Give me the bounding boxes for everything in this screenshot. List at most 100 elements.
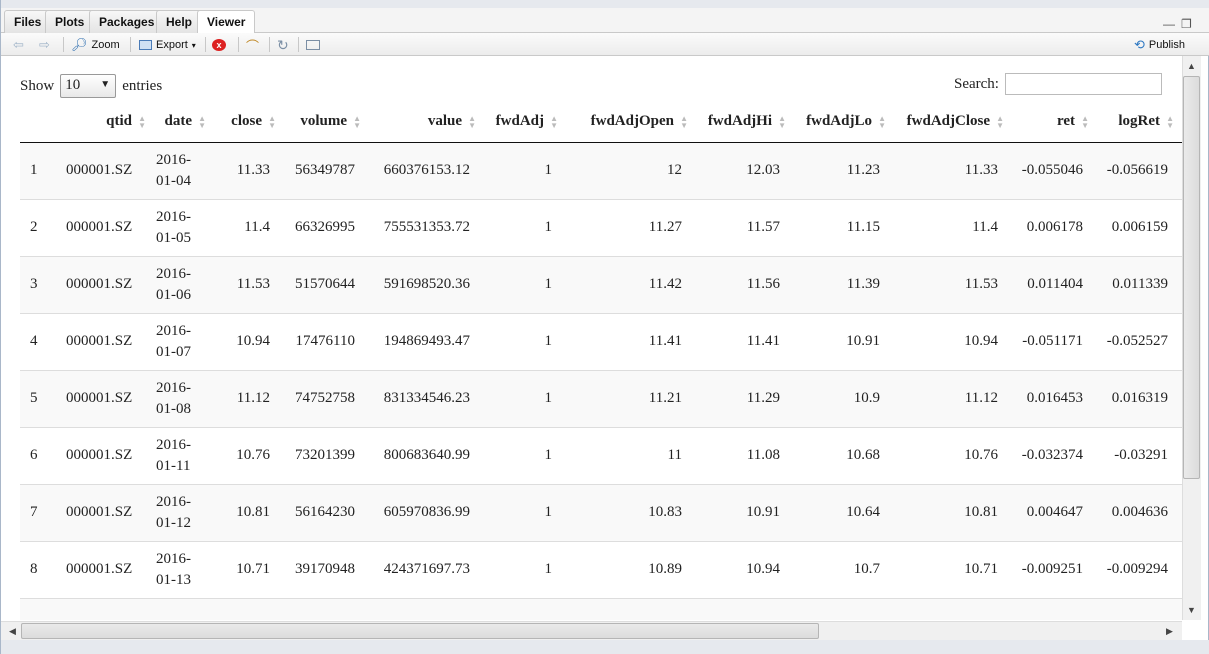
column-header-value[interactable]: value ▲ ▼ (363, 102, 478, 143)
search-input[interactable] (1004, 73, 1162, 95)
table-cell: 10.83 (560, 483, 690, 541)
back-arrow-icon[interactable]: ⇦ (13, 37, 24, 53)
table-cell: 1 (478, 540, 560, 598)
entries-select-value: 10 (65, 77, 81, 93)
column-header-fwdadj[interactable]: fwdAdj ▲ ▼ (478, 102, 560, 143)
table-cell-date: 2016- 01-04 (148, 141, 208, 199)
column-header-fwdadjhi[interactable]: fwdAdjHi ▲ ▼ (690, 102, 788, 143)
sort-icon: ▲ ▼ (878, 114, 886, 130)
viewer-content: Show 10 ▼ entries Search: qtid ▲ ▼ date ▲ ▼ cl… (1, 56, 1182, 620)
search-control: Search: (954, 73, 1162, 95)
horizontal-scroll-thumb[interactable] (21, 623, 819, 639)
table-cell: 1 (20, 141, 58, 199)
table-cell-date: 2016- 01-11 (148, 426, 208, 484)
scroll-up-icon[interactable]: ▲ (1187, 61, 1196, 71)
chevron-down-icon: ▼ (100, 79, 111, 90)
clear-all-button[interactable]: ⌒ (246, 37, 259, 54)
zoom-button[interactable]: 🔎︎ Zoom (71, 37, 120, 53)
table-cell-date: 2016- 01-05 (148, 198, 208, 256)
table-cell: 10.91 (690, 483, 788, 541)
table-cell: -0.03291 (1091, 426, 1176, 484)
table-cell: 000001.SZ (58, 312, 148, 370)
entries-control: Show 10 ▼ entries (20, 74, 162, 98)
column-header-qtid[interactable]: qtid ▲ ▼ (58, 102, 148, 143)
table-row[interactable]: 5 000001.SZ 2016- 01-08 11.12 74752758 8313345… (20, 369, 1182, 427)
column-header-fwdadjclose[interactable]: fwdAdjClose ▲ ▼ (888, 102, 1006, 143)
table-cell: 11.4 (208, 198, 278, 256)
table-row[interactable]: 3 000001.SZ 2016- 01-06 11.53 51570644 5916985… (20, 255, 1182, 313)
vertical-scroll-thumb[interactable] (1183, 76, 1200, 479)
table-row[interactable]: 7 000001.SZ 2016- 01-12 10.81 56164230 6059708… (20, 483, 1182, 541)
sort-icon: ▲ ▼ (468, 114, 476, 130)
table-cell: 10.7 (788, 540, 888, 598)
table-cell: 10.91 (788, 312, 888, 370)
table-cell: 0.004636 (1091, 483, 1176, 541)
entries-select[interactable]: 10 ▼ (60, 74, 117, 98)
search-label: Search: (954, 75, 999, 92)
table-cell: -0.009294 (1091, 540, 1176, 598)
table-cell (208, 597, 278, 620)
export-label: Export (156, 39, 188, 51)
table-cell: -0.052527 (1091, 312, 1176, 370)
table-cell: 9 (20, 597, 58, 620)
tab-plots[interactable]: Plots (45, 10, 95, 33)
table-cell: 17476110 (278, 312, 363, 370)
column-header-ret[interactable]: ret ▲ ▼ (1006, 102, 1091, 143)
entries-label: entries (122, 77, 163, 94)
table-cell: -0.009251 (1006, 540, 1091, 598)
table-row[interactable]: 2 000001.SZ 2016- 01-05 11.4 66326995 75553135… (20, 198, 1182, 256)
pane-bottom-border (1, 640, 1209, 654)
minimize-icon[interactable]: — (1163, 17, 1175, 31)
table-cell: 10.76 (208, 426, 278, 484)
remove-viewer-button[interactable]: x (212, 37, 226, 53)
table-cell (1006, 597, 1091, 620)
table-cell: 0.006159 (1091, 198, 1176, 256)
forward-arrow-icon[interactable]: ⇨ (39, 37, 50, 53)
table-row[interactable]: 4 000001.SZ 2016- 01-07 10.94 17476110 1948694… (20, 312, 1182, 370)
column-header-fwdadjopen[interactable]: fwdAdjOpen ▲ ▼ (560, 102, 690, 143)
table-cell: 0.011339 (1091, 255, 1176, 313)
column-header-logret[interactable]: logRet ▲ ▼ (1091, 102, 1176, 143)
publish-button[interactable]: ⟲ Publish (1134, 37, 1185, 53)
tab-help[interactable]: Help (156, 10, 203, 33)
column-header-label: fwdAdjOpen (590, 113, 674, 130)
date-day-part: 01-05 (156, 229, 191, 246)
table-cell (560, 597, 690, 620)
table-row[interactable]: 6 000001.SZ 2016- 01-11 10.76 73201399 8006836… (20, 426, 1182, 484)
column-header-label: qtid (106, 113, 132, 130)
table-cell: 000001.SZ (58, 540, 148, 598)
table-cell: 56349787 (278, 141, 363, 199)
table-row[interactable]: 8 000001.SZ 2016- 01-13 10.71 39170948 4243716… (20, 540, 1182, 598)
column-header-label: fwdAdjHi (707, 113, 772, 130)
table-cell: 1 (478, 255, 560, 313)
column-header-close[interactable]: close ▲ ▼ (208, 102, 278, 143)
table-cell: 1 (478, 312, 560, 370)
maximize-icon[interactable]: ❐ (1181, 17, 1192, 31)
column-header-fwdadjlo[interactable]: fwdAdjLo ▲ ▼ (788, 102, 888, 143)
export-button[interactable]: Export ▾ (139, 37, 196, 53)
table-cell: 11.33 (888, 141, 1006, 199)
scroll-right-icon[interactable]: ▶ (1166, 626, 1173, 637)
refresh-button[interactable]: ↻ (277, 37, 289, 53)
sort-icon: ▲ ▼ (353, 114, 361, 130)
table-cell: 660376153.12 (363, 141, 478, 199)
table-cell: 0.016319 (1091, 369, 1176, 427)
scroll-left-icon[interactable]: ◀ (9, 626, 16, 637)
column-header-volume[interactable]: volume ▲ ▼ (278, 102, 363, 143)
scroll-down-icon[interactable]: ▼ (1187, 605, 1196, 615)
tab-viewer[interactable]: Viewer (197, 10, 256, 34)
column-header-date[interactable]: date ▲ ▼ (148, 102, 208, 143)
popout-button[interactable] (306, 37, 320, 53)
table-row[interactable]: 1 000001.SZ 2016- 01-04 11.33 56349787 6603761… (20, 141, 1182, 199)
table-cell: 10.76 (888, 426, 1006, 484)
table-cell: 12.03 (690, 141, 788, 199)
publish-label: Publish (1148, 39, 1185, 51)
table-cell (478, 597, 560, 620)
table-cell: 10.89 (560, 540, 690, 598)
tab-packages[interactable]: Packages (89, 10, 165, 33)
table-cell: 10.81 (888, 483, 1006, 541)
table-row[interactable]: 9000001.SZ 2016- (20, 597, 1182, 620)
table-cell (278, 597, 363, 620)
date-day-part: 01-08 (156, 400, 191, 417)
table-cell: 3 (20, 255, 58, 313)
